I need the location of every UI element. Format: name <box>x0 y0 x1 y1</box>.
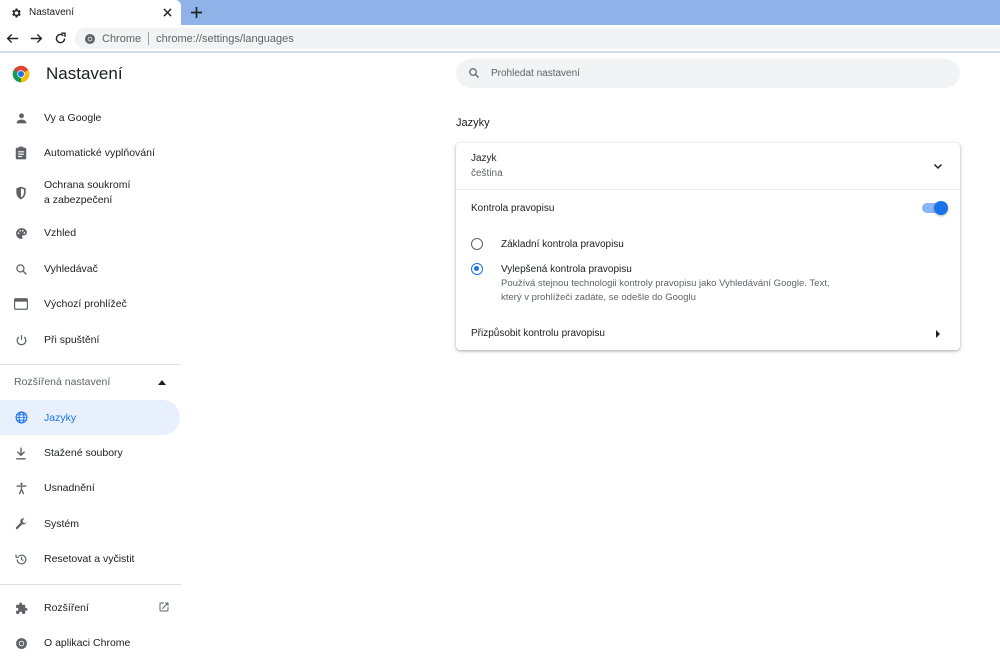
open-in-new-icon <box>158 601 170 616</box>
sidebar-item-downloads[interactable]: Stažené soubory <box>0 443 180 463</box>
advanced-settings-toggle[interactable]: Rozšířená nastavení <box>14 372 166 392</box>
radio-enhanced-spellcheck[interactable] <box>471 263 483 275</box>
arrow-right-icon <box>934 330 942 338</box>
language-value: čeština <box>471 168 503 179</box>
sidebar-item-label: Automatické vyplňování <box>44 147 155 159</box>
arrow-up-icon <box>158 376 166 388</box>
person-icon <box>14 111 28 125</box>
sidebar-item-system[interactable]: Systém <box>0 514 180 534</box>
tab-title: Nastavení <box>29 7 75 18</box>
sidebar-item-search-engine[interactable]: Vyhledávač <box>0 259 180 279</box>
url-text: chrome://settings/languages <box>156 32 294 45</box>
enhanced-spellcheck-label: Vylepšená kontrola pravopisu <box>501 264 632 275</box>
sidebar-item-you-and-google[interactable]: Vy a Google <box>0 108 180 128</box>
sidebar-item-label: Jazyky <box>44 411 77 424</box>
chrome-icon <box>84 33 96 45</box>
search-icon <box>14 262 28 276</box>
sidebar-item-reset[interactable]: Resetovat a vyčistit <box>0 549 180 569</box>
sidebar-item-autofill[interactable]: Automatické vyplňování <box>0 143 180 163</box>
sidebar-item-privacy[interactable]: Ochrana soukromí a zabezpečení <box>0 177 180 209</box>
clipboard-icon <box>14 146 28 160</box>
back-button[interactable] <box>4 30 20 46</box>
customize-spellcheck-row[interactable]: Přizpůsobit kontrolu pravopisu <box>456 319 960 350</box>
reload-button[interactable] <box>52 30 68 46</box>
advanced-settings-label: Rozšířená nastavení <box>14 376 111 388</box>
language-row[interactable]: Jazyk čeština <box>456 143 960 190</box>
search-placeholder: Prohledat nastavení <box>491 68 580 79</box>
sidebar-item-label: Rozšíření <box>44 602 89 614</box>
browser-icon <box>14 297 28 311</box>
close-icon[interactable] <box>161 7 173 19</box>
palette-icon <box>14 226 28 240</box>
sidebar-item-label: Vy a Google <box>44 112 102 124</box>
puzzle-icon <box>14 601 28 615</box>
page-title: Nastavení <box>46 64 123 83</box>
chrome-logo-icon <box>12 65 30 83</box>
search-settings-input[interactable]: Prohledat nastavení <box>456 59 960 88</box>
toolbar-divider <box>0 51 1000 53</box>
accessibility-icon <box>14 481 28 495</box>
new-tab-button[interactable] <box>188 4 204 20</box>
address-bar[interactable]: Chrome chrome://settings/languages <box>75 28 1000 49</box>
sidebar-item-label: Systém <box>44 518 80 530</box>
sidebar-divider <box>0 364 181 365</box>
sidebar-item-label: Resetovat a vyčistit <box>44 553 135 565</box>
sidebar-item-label: Při spuštění <box>44 334 100 346</box>
toggle-knob <box>934 201 948 215</box>
customize-spellcheck-label: Přizpůsobit kontrolu pravopisu <box>471 328 605 339</box>
sidebar-item-label: Ochrana soukromí <box>44 179 131 191</box>
globe-icon <box>14 411 28 425</box>
sidebar-item-label: a zabezpečení <box>44 194 113 206</box>
sidebar-item-label: O aplikaci Chrome <box>44 637 131 649</box>
description-line: který v prohlížeči zadáte, se odešle do … <box>501 292 696 303</box>
sidebar-item-default-browser[interactable]: Výchozí prohlížeč <box>0 294 180 314</box>
basic-spellcheck-label: Základní kontrola pravopisu <box>501 239 624 250</box>
chevron-down-icon[interactable] <box>932 160 944 172</box>
sidebar-item-label: Výchozí prohlížeč <box>44 298 127 310</box>
sidebar-item-label: Vzhled <box>44 227 77 239</box>
search-icon <box>468 67 481 80</box>
spellcheck-label: Kontrola pravopisu <box>471 203 555 214</box>
sidebar-item-accessibility[interactable]: Usnadnění <box>0 478 180 498</box>
sidebar-item-label: Vyhledávač <box>44 263 98 275</box>
spellcheck-toggle[interactable] <box>922 201 948 215</box>
sidebar-item-extensions[interactable]: Rozšíření <box>0 598 170 618</box>
sidebar-item-appearance[interactable]: Vzhled <box>0 223 180 243</box>
wrench-icon <box>14 517 28 531</box>
sidebar-divider <box>0 584 181 585</box>
omnibox-separator <box>148 32 150 45</box>
section-title: Jazyky <box>456 117 490 129</box>
description-line: Používá stejnou technologii kontroly pra… <box>501 278 830 289</box>
tab-strip: Nastavení <box>0 0 1000 25</box>
download-icon <box>14 446 28 460</box>
chrome-icon <box>14 636 28 650</box>
tab-settings[interactable]: Nastavení <box>0 0 181 25</box>
gear-icon <box>10 7 22 19</box>
sidebar-item-about-chrome[interactable]: O aplikaci Chrome <box>0 633 180 653</box>
sidebar-item-label-group: Ochrana soukromí a zabezpečení <box>44 178 130 208</box>
shield-icon <box>14 186 28 200</box>
forward-button[interactable] <box>28 30 44 46</box>
restore-icon <box>14 552 28 566</box>
site-chip: Chrome <box>102 32 142 45</box>
toolbar: Chrome chrome://settings/languages <box>0 25 1000 52</box>
sidebar-item-languages[interactable]: Jazyky <box>0 400 180 435</box>
radio-basic-spellcheck[interactable] <box>471 238 483 250</box>
languages-card: Jazyk čeština Kontrola pravopisu Základn… <box>456 143 960 350</box>
power-icon <box>14 333 28 347</box>
language-label: Jazyk <box>471 153 497 164</box>
sidebar-item-label: Usnadnění <box>44 482 95 494</box>
sidebar-item-label: Stažené soubory <box>44 447 123 459</box>
sidebar-item-on-startup[interactable]: Při spuštění <box>0 330 180 350</box>
enhanced-spellcheck-description: Používá stejnou technologii kontroly pra… <box>501 277 851 305</box>
app-header: Nastavení <box>12 64 123 84</box>
